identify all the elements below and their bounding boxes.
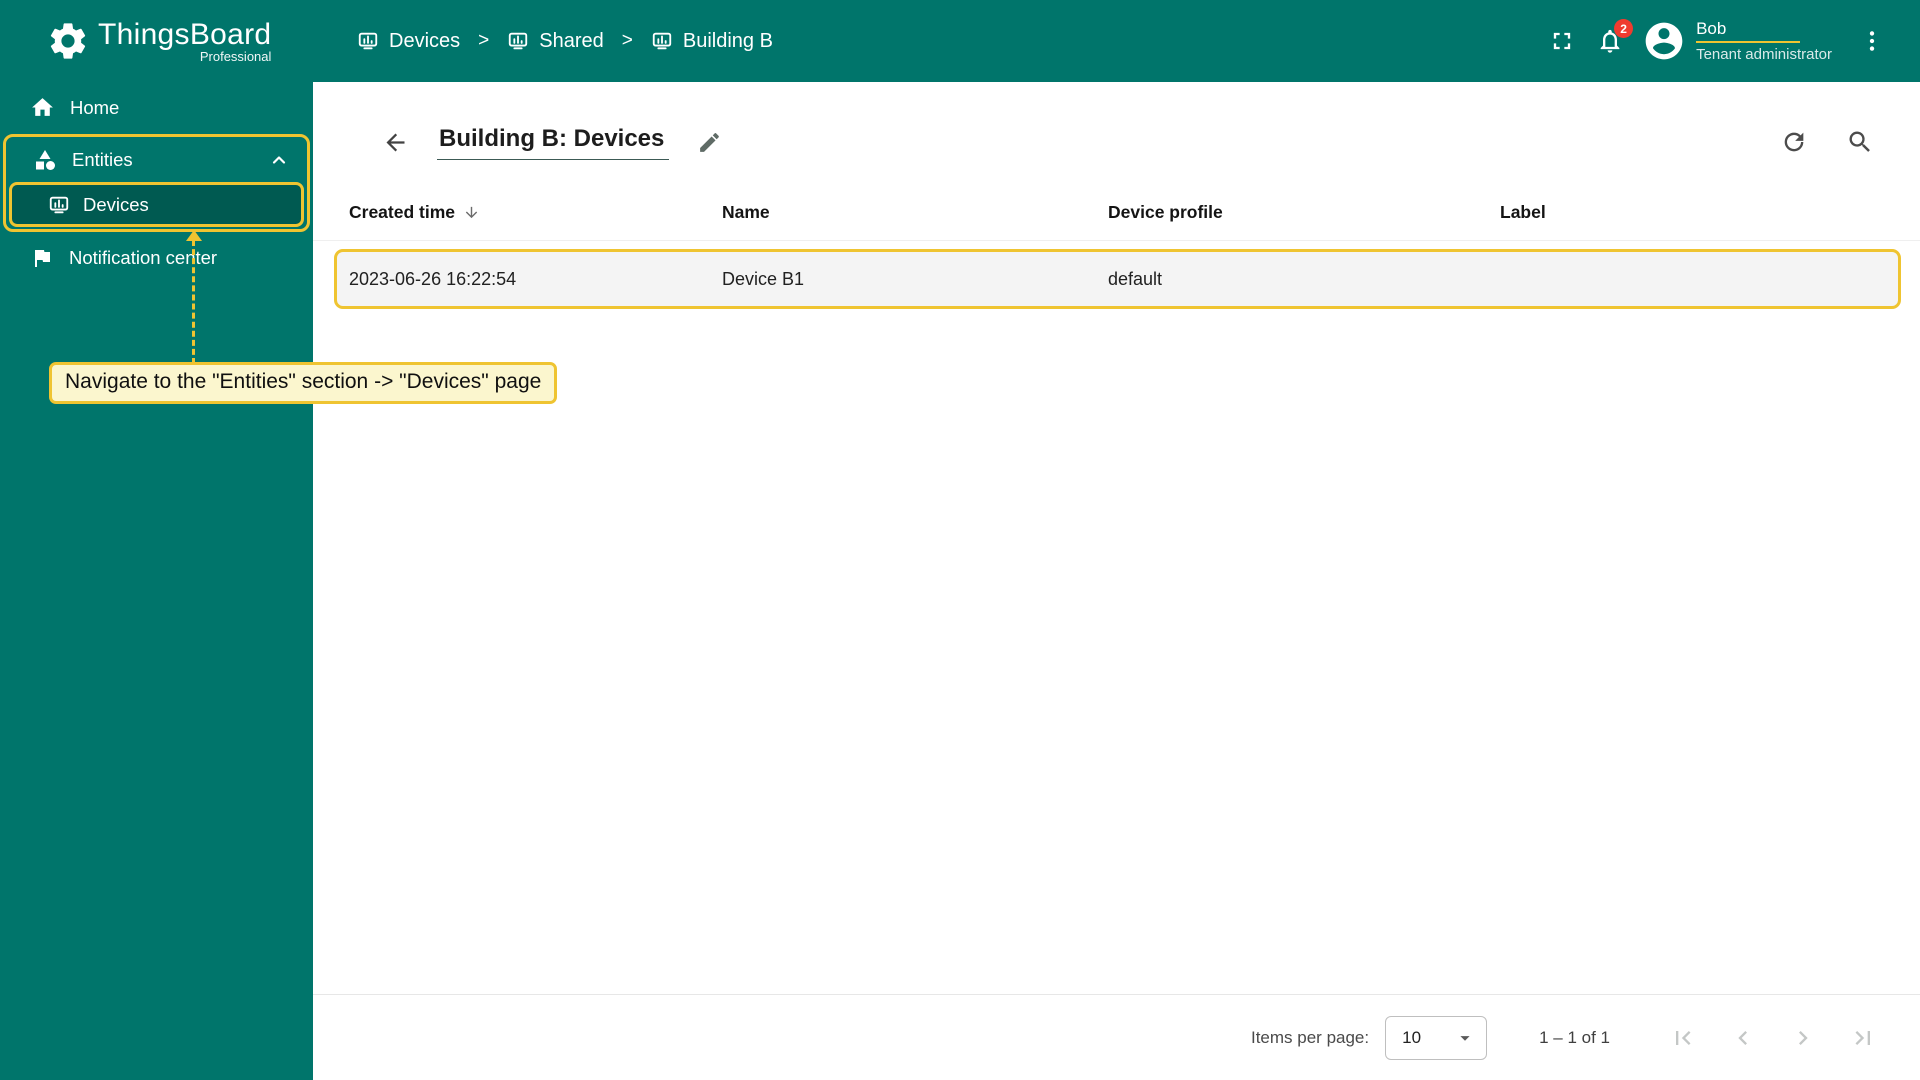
devices-table: Created time Name Device profile Label 2… [313,202,1920,309]
user-info: Bob Tenant administrator [1696,19,1832,63]
next-page-button[interactable] [1788,1023,1818,1053]
back-button[interactable] [379,126,411,158]
devices-icon [48,194,70,216]
breadcrumb-label: Building B [682,29,773,52]
refresh-icon [1780,128,1808,156]
breadcrumb-label: Devices [389,29,461,52]
fullscreen-button[interactable] [1538,17,1586,65]
more-menu-button[interactable] [1848,17,1896,65]
sidebar-item-entities[interactable]: Entities [6,137,307,182]
column-label: Created time [349,202,456,222]
edit-pencil-icon [697,130,722,155]
search-icon [1846,128,1874,156]
pager-controls [1668,1023,1878,1053]
last-page-button[interactable] [1848,1023,1878,1053]
dropdown-arrow-icon [1454,1027,1476,1049]
cell-device-profile: default [1108,268,1163,289]
home-icon [30,95,55,120]
gear-logo-icon [46,19,90,63]
page-toolbar: Building B: Devices [379,116,1876,168]
notifications-button[interactable]: 2 [1586,17,1634,65]
items-per-page-select[interactable]: 10 [1385,1015,1488,1060]
cell-name: Device B1 [722,268,805,289]
page-title: Building B: Devices [437,125,670,160]
app-logo[interactable]: ThingsBoard Professional [0,18,313,64]
user-role: Tenant administrator [1696,46,1832,63]
table-actions [1778,126,1876,158]
previous-page-button[interactable] [1728,1023,1758,1053]
breadcrumb-item-shared[interactable]: Shared [507,30,604,53]
devices-icon [507,30,529,52]
first-page-icon [1669,1024,1697,1052]
annotation-tooltip: Navigate to the "Entities" section -> "D… [49,362,558,404]
column-header-label[interactable]: Label [1500,202,1920,223]
chevron-right-icon [1789,1024,1817,1052]
devices-item-highlight: Devices [9,182,304,227]
breadcrumb: Devices > Shared > Building B [357,30,773,53]
sidebar-item-label: Home [70,96,120,118]
main-content: Building B: Devices Created time Name De… [313,82,1920,1080]
items-per-page-label: Items per page: [1250,1027,1370,1047]
top-bar: ThingsBoard Professional Devices > Share… [0,0,1920,82]
last-page-icon [1849,1024,1877,1052]
fullscreen-icon [1548,27,1576,55]
avatar-icon [1642,19,1686,63]
items-per-page-value: 10 [1402,1027,1422,1047]
search-button[interactable] [1844,126,1876,158]
column-header-name[interactable]: Name [722,202,1108,223]
breadcrumb-separator: > [478,30,490,51]
breadcrumb-separator: > [621,30,633,51]
user-name: Bob [1696,19,1801,43]
notifications-badge: 2 [1614,19,1634,38]
sidebar-item-label: Devices [83,193,149,215]
sort-desc-arrow-icon [463,204,480,221]
sidebar-item-label: Entities [72,148,133,170]
devices-icon [357,30,379,52]
app-edition: Professional [199,49,272,64]
kebab-menu-icon [1859,28,1885,54]
table-header-row: Created time Name Device profile Label [313,202,1920,241]
cell-created-time: 2023-06-26 16:22:54 [349,268,517,289]
pagination-bar: Items per page: 10 1 – 1 of 1 [313,994,1920,1080]
flag-icon [30,246,54,270]
breadcrumb-label: Shared [539,29,604,52]
refresh-button[interactable] [1778,126,1810,158]
sidebar-item-home[interactable]: Home [0,82,313,133]
first-page-button[interactable] [1668,1023,1698,1053]
breadcrumb-item-building-b[interactable]: Building B [651,30,773,53]
chevron-left-icon [1729,1024,1757,1052]
entities-icon [33,148,57,172]
sidebar: Home Entities Devices Notification cente… [0,82,313,1080]
user-avatar-button[interactable] [1640,17,1688,65]
breadcrumb-item-devices[interactable]: Devices [357,30,460,53]
back-arrow-icon [382,129,409,156]
devices-icon [651,30,673,52]
edit-title-button[interactable] [693,126,725,158]
column-header-device-profile[interactable]: Device profile [1108,202,1500,223]
pagination-range: 1 – 1 of 1 [1539,1027,1610,1047]
table-row-device-b1[interactable]: 2023-06-26 16:22:54 Device B1 default [334,249,1901,309]
top-bar-actions: 2 Bob Tenant administrator [1538,17,1920,65]
column-header-created-time[interactable]: Created time [349,202,722,223]
app-name: ThingsBoard [98,18,272,51]
sidebar-item-notification-center[interactable]: Notification center [0,232,313,283]
sidebar-item-devices[interactable]: Devices [12,185,301,224]
annotation-dashed-line [192,240,195,364]
chevron-up-icon [267,148,291,172]
entities-section-highlight: Entities Devices [3,134,310,232]
